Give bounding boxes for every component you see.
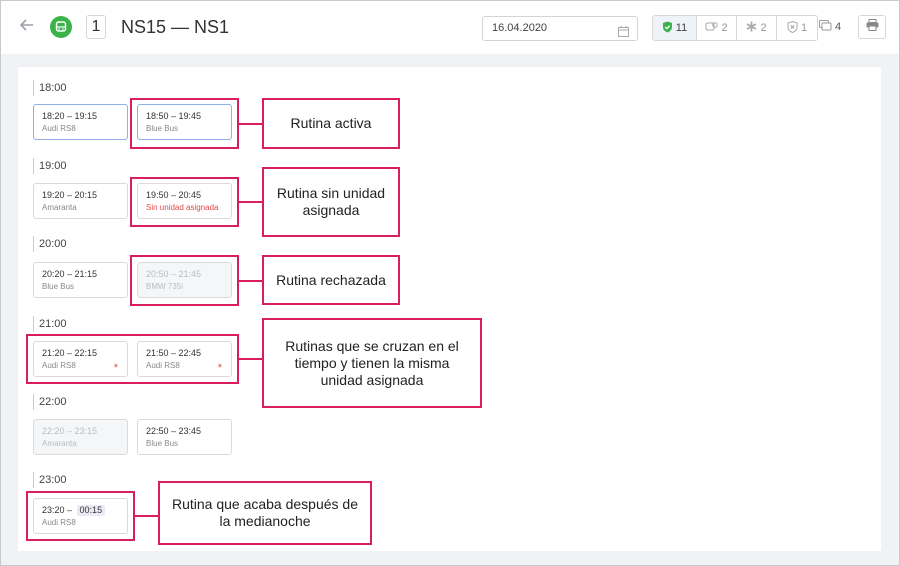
stat-active-count: 11 — [675, 22, 688, 34]
hour-label: 21:00 — [33, 316, 67, 332]
copy-route-icon — [819, 20, 832, 34]
connector-line — [239, 201, 262, 203]
calendar-icon[interactable] — [618, 23, 629, 46]
highlight-box — [26, 491, 135, 541]
route-title: NS15 — NS1 — [121, 17, 230, 37]
date-input[interactable]: 16.04.2020 — [482, 16, 638, 41]
routine-card-rejected[interactable]: 22:20 – 23:15 Amaranta — [33, 419, 128, 455]
stat-copies-count: 4 — [835, 21, 842, 33]
routine-unit: Amaranta — [42, 203, 77, 212]
highlight-box — [130, 255, 239, 306]
hour-label: 19:00 — [33, 158, 67, 174]
printer-icon — [866, 18, 879, 36]
connector-line — [239, 280, 262, 282]
callout-overlap: Rutinas que se cruzan en el tiempo y tie… — [262, 318, 482, 408]
routine-unit: Audi RS8 — [42, 124, 76, 133]
routine-unit: Amaranta — [42, 439, 77, 448]
bus-route-icon — [50, 16, 72, 38]
routine-time: 22:50 – 23:45 — [146, 426, 202, 436]
routine-time: 20:20 – 21:15 — [42, 269, 98, 279]
header: 1 NS15 — NS1 16.04.2020 11 2 2 1 4 — [1, 1, 899, 53]
connector-line — [239, 358, 262, 360]
routine-unit: Blue Bus — [146, 439, 179, 448]
callout-rejected: Rutina rechazada — [262, 255, 400, 305]
highlight-box — [26, 334, 239, 384]
routine-card[interactable]: 19:20 – 20:15 Amaranta — [33, 183, 128, 219]
route-number-badge: 1 — [86, 15, 106, 39]
callout-midnight: Rutina que acaba después de la medianoch… — [158, 481, 372, 545]
date-value: 16.04.2020 — [492, 22, 548, 34]
routine-card[interactable]: 20:20 – 21:15 Blue Bus — [33, 262, 128, 298]
print-button[interactable] — [858, 15, 886, 39]
hour-label: 23:00 — [33, 472, 67, 488]
connector-line — [239, 123, 262, 125]
routine-card[interactable]: 22:50 – 23:45 Blue Bus — [137, 419, 232, 455]
stat-active[interactable]: 11 — [653, 16, 697, 40]
highlight-box — [130, 177, 239, 227]
hour-label: 20:00 — [33, 236, 67, 252]
stat-rejected[interactable]: 1 — [777, 16, 817, 40]
stat-overlap[interactable]: 2 — [737, 16, 777, 40]
stat-no-unit-count: 2 — [721, 22, 728, 34]
asterisk-icon — [746, 21, 757, 35]
shield-x-icon — [787, 20, 798, 36]
stat-copies[interactable]: 4 — [819, 20, 841, 34]
back-arrow-icon[interactable] — [19, 17, 37, 35]
connector-line — [135, 515, 159, 517]
routine-time: 22:20 – 23:15 — [42, 426, 98, 436]
routine-stats: 11 2 2 1 — [652, 15, 818, 41]
routine-card[interactable]: 18:20 – 19:15 Audi RS8 — [33, 104, 128, 140]
hour-label: 22:00 — [33, 394, 67, 410]
stat-overlap-count: 2 — [760, 22, 767, 34]
stat-rejected-count: 1 — [800, 22, 808, 34]
routine-time: 19:20 – 20:15 — [42, 190, 98, 200]
bus-pin-icon — [705, 21, 719, 36]
hour-label: 18:00 — [33, 80, 67, 96]
routine-time: 18:20 – 19:15 — [42, 111, 98, 121]
stat-no-unit[interactable]: 2 — [697, 16, 737, 40]
highlight-box — [130, 98, 239, 149]
callout-active: Rutina activa — [262, 98, 400, 149]
routine-unit: Blue Bus — [42, 282, 75, 291]
shield-check-icon — [662, 21, 673, 36]
callout-no-unit: Rutina sin unidad asignada — [262, 167, 400, 237]
